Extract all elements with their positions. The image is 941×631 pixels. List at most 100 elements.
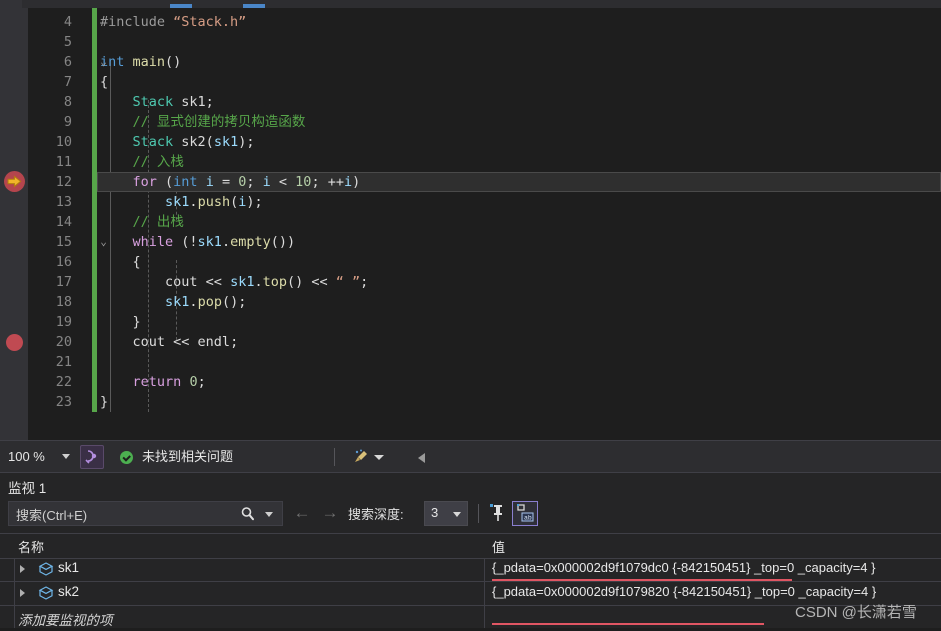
annotation-underline-1	[492, 579, 792, 581]
code-text: sk1.push(i);	[165, 194, 263, 210]
code-text: while (!sk1.empty())	[132, 234, 296, 250]
code-line[interactable]: 11 // 入栈	[0, 152, 941, 172]
code-line[interactable]: 18 sk1.pop();	[0, 292, 941, 312]
code-text: // 显式创建的拷贝构造函数	[100, 114, 306, 130]
line-number: 5	[63, 34, 72, 50]
current-execution-arrow-icon[interactable]	[4, 171, 25, 192]
breakpoint-icon[interactable]	[6, 334, 23, 351]
code-lines-container: 4 #include “Stack.h” 5 6 int main() ⌄ 7{8 Stac…	[0, 8, 941, 440]
fold-chevron-icon[interactable]: ⌄	[98, 232, 109, 252]
line-number: 7	[63, 74, 72, 90]
code-text: cout << endl;	[132, 334, 239, 350]
watch-row-value[interactable]: {_pdata=0x000002d9f1079dc0 {-842150451} …	[492, 560, 876, 575]
column-header-value[interactable]: 值	[492, 537, 505, 556]
code-line[interactable]: 5	[0, 32, 941, 52]
code-line[interactable]: 8 Stack sk1;	[0, 92, 941, 112]
code-cleanup-broom-icon[interactable]	[352, 448, 370, 466]
code-line[interactable]: 4 #include “Stack.h”	[0, 12, 941, 32]
code-line[interactable]: 9 // 显式创建的拷贝构造函数	[0, 112, 941, 132]
watch-row-value[interactable]: {_pdata=0x000002d9f1079820 {-842150451} …	[492, 584, 876, 599]
line-number: 19	[55, 314, 72, 330]
toolbar-left-pad	[0, 0, 22, 8]
line-number: 21	[55, 354, 72, 370]
code-text: sk1.pop();	[165, 294, 247, 310]
line-number: 16	[55, 254, 72, 270]
code-text: int main()	[100, 54, 182, 70]
line-number: 10	[55, 134, 72, 150]
annotation-underline-2	[492, 623, 764, 625]
table-row[interactable]: sk1 {_pdata=0x000002d9f1079dc0 {-8421504…	[0, 557, 941, 582]
line-number: 9	[63, 114, 72, 130]
code-text: {	[100, 254, 141, 270]
fold-chevron-icon[interactable]: ⌄	[98, 52, 109, 72]
expand-arrow-icon[interactable]	[20, 565, 25, 573]
toolbar-divider	[478, 504, 479, 523]
code-line[interactable]: 23}	[0, 392, 941, 412]
object-cube-icon	[38, 585, 54, 601]
search-input[interactable]: 搜索(Ctrl+E)	[8, 501, 283, 526]
code-line[interactable]: 16 {	[0, 252, 941, 272]
code-text: }	[100, 394, 109, 410]
code-line[interactable]: 21	[0, 352, 941, 372]
watch-panel: 监视 1 搜索(Ctrl+E) ← → 搜索深度: 3 ab 名称 值 sk1 …	[0, 472, 941, 628]
code-text: return 0;	[132, 374, 206, 390]
show-raw-values-button[interactable]: ab	[512, 501, 538, 526]
code-line[interactable]: 7{	[0, 72, 941, 92]
zoom-level-value: 100 %	[8, 449, 45, 464]
line-number: 15	[55, 234, 72, 250]
editor-status-bar: 100 % 未找到相关问题	[0, 440, 941, 473]
watch-row-name: sk1	[58, 560, 80, 575]
code-line[interactable]: 20 cout << endl;	[0, 332, 941, 352]
code-text: // 出栈	[100, 214, 184, 230]
search-icon	[240, 506, 256, 522]
svg-text:ab: ab	[524, 515, 532, 522]
code-text: #include “Stack.h”	[100, 14, 247, 30]
code-line[interactable]: 22 return 0;	[0, 372, 941, 392]
search-prev-button[interactable]: ←	[292, 504, 312, 522]
line-number: 4	[63, 14, 72, 30]
code-line[interactable]: 15 while (!sk1.empty()) ⌄	[0, 232, 941, 252]
search-placeholder: 搜索(Ctrl+E)	[16, 508, 88, 523]
status-divider	[334, 448, 335, 466]
no-issues-check-icon	[120, 451, 133, 464]
collapse-left-triangle-icon[interactable]	[418, 453, 425, 463]
pin-icon[interactable]	[486, 501, 508, 525]
code-line[interactable]: 17 cout << sk1.top() << “ ”;	[0, 272, 941, 292]
line-number: 22	[55, 374, 72, 390]
problems-status-text: 未找到相关问题	[142, 449, 234, 464]
code-text: for (int i = 0; i < 10; ++i)	[132, 174, 361, 190]
visual-studio-debug-window: 4 #include “Stack.h” 5 6 int main() ⌄ 7{8 Stac…	[0, 0, 941, 628]
line-number: 14	[55, 214, 72, 230]
code-line[interactable]: 19 }	[0, 312, 941, 332]
code-text: cout << sk1.top() << “ ”;	[165, 274, 369, 290]
watch-row-name: sk2	[58, 584, 80, 599]
code-line[interactable]: 6 int main() ⌄	[0, 52, 941, 72]
code-line[interactable]: 13 sk1.push(i);	[0, 192, 941, 212]
code-editor[interactable]: 4 #include “Stack.h” 5 6 int main() ⌄ 7{8 Stac…	[0, 8, 941, 440]
intellicode-icon[interactable]	[80, 445, 104, 469]
code-text: {	[100, 74, 109, 90]
code-text: }	[100, 314, 141, 330]
top-toolbar-strip	[0, 0, 941, 8]
code-cleanup-chevron-down-icon[interactable]	[374, 455, 384, 460]
code-line[interactable]: 10 Stack sk2(sk1);	[0, 132, 941, 152]
code-line[interactable]: 14 // 出栈	[0, 212, 941, 232]
search-next-button[interactable]: →	[320, 504, 340, 522]
line-number: 8	[63, 94, 72, 110]
column-header-name[interactable]: 名称	[18, 537, 44, 556]
code-line[interactable]: 12 for (int i = 0; i < 10; ++i)	[0, 172, 941, 192]
chevron-down-icon	[453, 512, 461, 517]
search-options-chevron-down-icon[interactable]	[265, 512, 273, 517]
line-number: 11	[55, 154, 72, 170]
expand-arrow-icon[interactable]	[20, 589, 25, 597]
search-depth-select[interactable]: 3	[424, 501, 468, 526]
line-number: 23	[55, 394, 72, 410]
zoom-level-selector[interactable]: 100 %	[0, 441, 76, 473]
line-number: 17	[55, 274, 72, 290]
line-number: 6	[63, 54, 72, 70]
object-cube-icon	[38, 561, 54, 577]
watch-panel-title: 监视 1	[8, 481, 47, 496]
search-depth-label: 搜索深度:	[348, 507, 404, 522]
code-text: // 入栈	[100, 154, 184, 170]
chevron-down-icon	[62, 454, 70, 459]
